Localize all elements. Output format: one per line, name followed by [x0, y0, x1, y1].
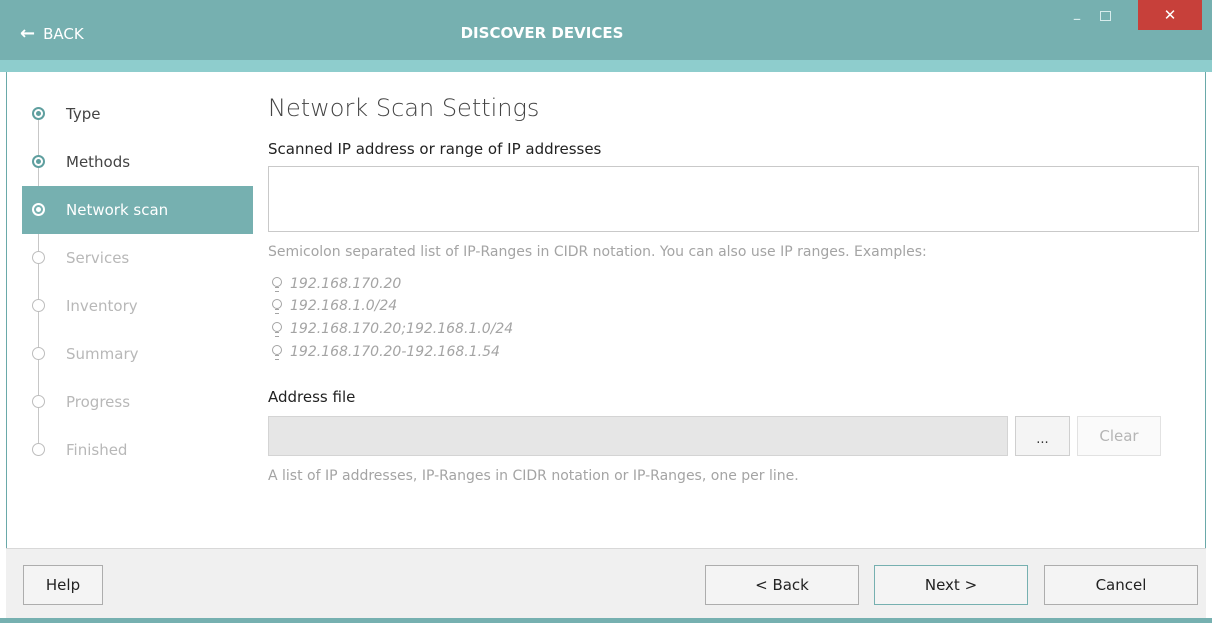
step-type[interactable]: Type — [22, 90, 253, 138]
title-bar-stripe — [0, 60, 1212, 72]
step-indicator-icon — [32, 299, 45, 312]
maximize-icon — [1099, 11, 1111, 21]
example-text: 192.168.170.20 — [290, 276, 402, 292]
clear-button[interactable]: Clear — [1077, 416, 1161, 456]
minimize-button[interactable]: – — [1064, 2, 1090, 34]
step-inventory[interactable]: Inventory — [22, 282, 253, 330]
step-indicator-icon — [32, 251, 45, 264]
step-indicator-icon — [32, 395, 45, 408]
step-indicator-icon — [32, 443, 45, 456]
next-button[interactable]: Next > — [874, 565, 1028, 605]
back-button[interactable]: < Back — [705, 565, 859, 605]
step-label: Progress — [66, 393, 131, 411]
step-network-scan[interactable]: Network scan — [22, 186, 253, 234]
step-summary[interactable]: Summary — [22, 330, 253, 378]
example-item: 192.168.170.20-192.168.1.54 — [272, 342, 500, 362]
close-button[interactable]: ✕ — [1138, 0, 1202, 30]
step-services[interactable]: Services — [22, 234, 253, 282]
lightbulb-icon — [272, 299, 282, 314]
browse-button[interactable]: ... — [1015, 416, 1070, 456]
ip-range-hint: Semicolon separated list of IP-Ranges in… — [268, 244, 927, 260]
step-finished[interactable]: Finished — [22, 426, 253, 474]
example-item: 192.168.1.0/24 — [272, 296, 397, 316]
ip-range-input[interactable] — [268, 166, 1199, 232]
lightbulb-icon — [272, 345, 282, 360]
example-item: 192.168.170.20;192.168.1.0/24 — [272, 319, 513, 339]
step-progress[interactable]: Progress — [22, 378, 253, 426]
step-indicator-icon — [32, 203, 45, 216]
help-button[interactable]: Help — [23, 565, 103, 605]
example-text: 192.168.170.20;192.168.1.0/24 — [290, 321, 514, 337]
example-text: 192.168.170.20-192.168.1.54 — [290, 344, 500, 360]
example-text: 192.168.1.0/24 — [290, 298, 398, 314]
step-label: Inventory — [66, 297, 138, 315]
lightbulb-icon — [272, 277, 282, 292]
minimize-icon: – — [1073, 8, 1081, 28]
wizard-steps: Type Methods Network scan Services Inven… — [22, 90, 253, 474]
cancel-button[interactable]: Cancel — [1044, 565, 1198, 605]
step-label: Type — [66, 105, 101, 123]
maximize-button[interactable] — [1092, 0, 1118, 32]
step-label: Services — [66, 249, 130, 267]
address-file-hint: A list of IP addresses, IP-Ranges in CID… — [268, 468, 799, 484]
step-label: Summary — [66, 345, 139, 363]
step-indicator-icon — [32, 107, 45, 120]
address-file-field[interactable] — [268, 416, 1008, 456]
step-label: Network scan — [66, 201, 169, 219]
page-title: Network Scan Settings — [268, 94, 540, 122]
footer-accent-line — [0, 618, 1212, 623]
address-file-label: Address file — [268, 388, 356, 406]
step-indicator-icon — [32, 347, 45, 360]
lightbulb-icon — [272, 322, 282, 337]
step-label: Methods — [66, 153, 131, 171]
example-item: 192.168.170.20 — [272, 274, 401, 294]
step-methods[interactable]: Methods — [22, 138, 253, 186]
close-icon: ✕ — [1163, 6, 1177, 24]
step-label: Finished — [66, 441, 128, 459]
ip-range-label: Scanned IP address or range of IP addres… — [268, 140, 602, 158]
step-indicator-icon — [32, 155, 45, 168]
window-title: DISCOVER DEVICES — [460, 24, 624, 42]
